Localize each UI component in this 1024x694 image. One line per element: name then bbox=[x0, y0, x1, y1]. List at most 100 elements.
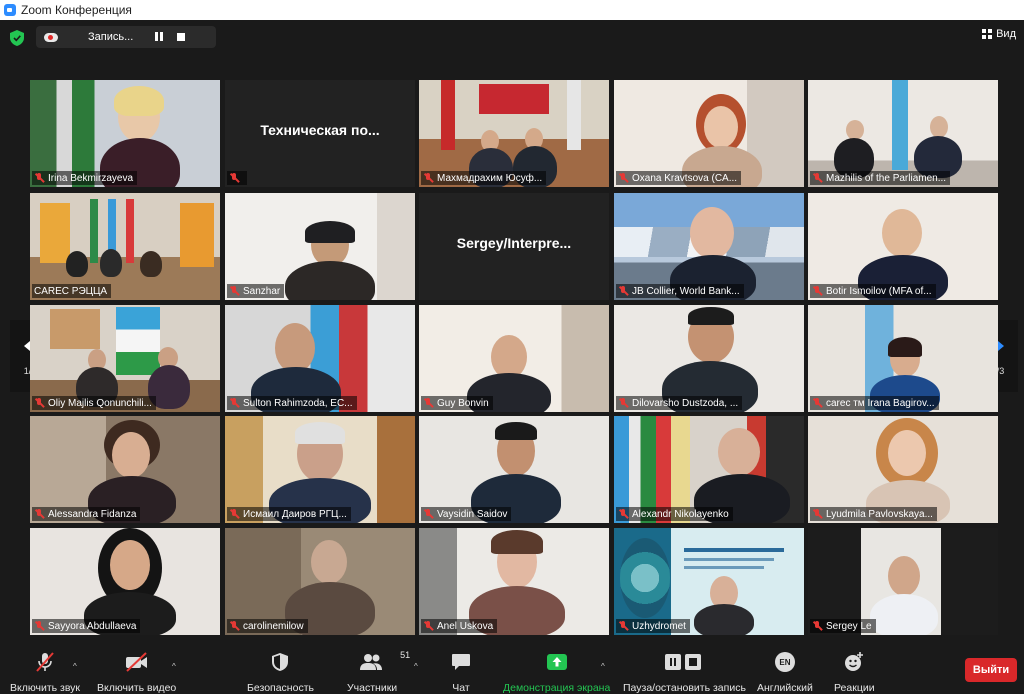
encryption-shield-icon[interactable] bbox=[10, 30, 24, 46]
video-tile[interactable]: Anel Uskova bbox=[419, 528, 609, 635]
view-button[interactable]: Вид bbox=[982, 28, 1016, 40]
video-tile[interactable]: Irina Bekmirzayeva bbox=[30, 80, 220, 187]
leave-meeting-button[interactable]: Выйти bbox=[965, 658, 1017, 682]
participants-icon: 51 bbox=[360, 650, 410, 674]
window-title: Zoom Конференция bbox=[21, 3, 132, 17]
window-title-bar: Zoom Конференция bbox=[0, 0, 1024, 20]
participants-button[interactable]: 51 Участники bbox=[347, 650, 410, 694]
participant-name: Oliy Majlis Qonunchili... bbox=[32, 396, 156, 410]
muted-mic-icon bbox=[229, 173, 239, 183]
participant-name: Sergey Le bbox=[810, 619, 876, 633]
reactions-button[interactable]: Реакции bbox=[834, 650, 875, 694]
participants-options-chevron-icon[interactable]: ^ bbox=[414, 662, 418, 671]
meeting-toolbar: Включить звук ^ Включить видео ^ Безопас… bbox=[0, 646, 1024, 694]
video-tile[interactable]: Исмаил Даиров РГЦ... bbox=[225, 416, 415, 523]
share-screen-icon bbox=[546, 650, 568, 674]
pause-recording-icon[interactable] bbox=[155, 32, 165, 42]
video-tile[interactable]: Lyudmila Pavlovskaya... bbox=[808, 416, 998, 523]
pause-stop-recording-label: Пауза/остановить запись bbox=[623, 682, 746, 694]
security-label: Безопасность bbox=[247, 682, 314, 694]
participant-name: Mazhilis of the Parliamen... bbox=[810, 171, 951, 185]
language-label: Английский bbox=[757, 682, 813, 694]
participant-name: Исмаил Даиров РГЦ... bbox=[227, 507, 351, 521]
video-tile[interactable]: Oliy Majlis Qonunchili... bbox=[30, 305, 220, 412]
unmute-button[interactable]: Включить звук bbox=[10, 650, 80, 694]
share-options-chevron-icon[interactable]: ^ bbox=[601, 662, 605, 671]
video-tile[interactable]: Sayyora Abdullaeva bbox=[30, 528, 220, 635]
participant-name: Vaysidin Saidov bbox=[421, 507, 512, 521]
security-button[interactable]: Безопасность bbox=[247, 650, 314, 694]
view-label: Вид bbox=[996, 28, 1016, 40]
participant-display-name: Техническая по... bbox=[260, 122, 380, 138]
participant-name: carolinemilow bbox=[227, 619, 308, 633]
muted-mic-icon bbox=[618, 173, 628, 183]
video-tile[interactable]: carec тм Irana Bagirov... bbox=[808, 305, 998, 412]
participants-count: 51 bbox=[400, 650, 411, 660]
audio-options-chevron-icon[interactable]: ^ bbox=[73, 662, 77, 671]
pause-stop-recording-button[interactable]: Пауза/остановить запись bbox=[623, 650, 746, 694]
participant-name: carec тм Irana Bagirov... bbox=[810, 396, 939, 410]
video-tile[interactable]: JB Collier, World Bank... bbox=[614, 193, 804, 300]
cloud-recording-icon bbox=[44, 32, 58, 42]
chat-icon bbox=[451, 650, 471, 674]
muted-mic-icon bbox=[812, 621, 822, 631]
participant-name: Botir Ismoilov (MFA of... bbox=[810, 284, 936, 298]
video-tile[interactable]: Dilovarsho Dustzoda, ... bbox=[614, 305, 804, 412]
pause-stop-icon bbox=[664, 650, 704, 674]
language-interpretation-button[interactable]: EN Английский bbox=[757, 650, 813, 694]
participant-name: Dilovarsho Dustzoda, ... bbox=[616, 396, 743, 410]
muted-mic-icon bbox=[618, 509, 628, 519]
stop-recording-icon[interactable] bbox=[177, 33, 186, 41]
muted-mic-icon bbox=[423, 621, 433, 631]
participant-name: Uzhydromet bbox=[616, 619, 690, 633]
video-tile[interactable]: Alessandra Fidanza bbox=[30, 416, 220, 523]
participant-name: Alessandra Fidanza bbox=[32, 507, 141, 521]
participant-name: Lyudmila Pavlovskaya... bbox=[810, 507, 937, 521]
participant-name: Anel Uskova bbox=[421, 619, 498, 633]
muted-mic-icon bbox=[229, 621, 239, 631]
participant-name: Oxana Kravtsova (CA... bbox=[616, 171, 742, 185]
video-tile[interactable]: Alexandr Nikolayenko bbox=[614, 416, 804, 523]
video-options-chevron-icon[interactable]: ^ bbox=[172, 662, 176, 671]
participant-name: JB Collier, World Bank... bbox=[616, 284, 744, 298]
video-tile[interactable]: carolinemilow bbox=[225, 528, 415, 635]
video-tile[interactable]: Guy Bonvin bbox=[419, 305, 609, 412]
video-tile[interactable]: Техническая по... bbox=[225, 80, 415, 187]
video-off-icon bbox=[124, 650, 150, 674]
video-tile[interactable]: Botir Ismoilov (MFA of... bbox=[808, 193, 998, 300]
participant-name bbox=[227, 171, 247, 185]
zoom-logo-icon bbox=[4, 4, 16, 16]
share-screen-button[interactable]: Демонстрация экрана bbox=[503, 650, 610, 694]
muted-mic-icon bbox=[34, 509, 44, 519]
meeting-top-bar: Запись... Вид bbox=[0, 20, 1024, 55]
muted-mic-icon bbox=[423, 173, 433, 183]
participant-name: Alexandr Nikolayenko bbox=[616, 507, 733, 521]
video-tile[interactable]: Sanzhar bbox=[225, 193, 415, 300]
video-tile[interactable]: Махмадрахим Юсуф... bbox=[419, 80, 609, 187]
participant-name: Guy Bonvin bbox=[421, 396, 493, 410]
muted-mic-icon bbox=[812, 173, 822, 183]
video-tile[interactable]: Mazhilis of the Parliamen... bbox=[808, 80, 998, 187]
video-tile-active-speaker[interactable]: CAREC РЭЦЦА bbox=[30, 193, 220, 300]
start-video-label: Включить видео bbox=[97, 682, 177, 694]
video-tile[interactable]: Sulton Rahimzoda, EC... bbox=[225, 305, 415, 412]
muted-mic-icon bbox=[618, 621, 628, 631]
language-globe-icon: EN bbox=[774, 650, 795, 674]
video-tile[interactable]: Sergey Le bbox=[808, 528, 998, 635]
participant-name: Irina Bekmirzayeva bbox=[32, 171, 138, 185]
muted-mic-icon bbox=[229, 509, 239, 519]
participant-name: Махмадрахим Юсуф... bbox=[421, 171, 547, 185]
video-tile[interactable]: Uzhydromet bbox=[614, 528, 804, 635]
recording-indicator: Запись... bbox=[36, 26, 216, 48]
reactions-label: Реакции bbox=[834, 682, 875, 694]
video-tile[interactable]: Oxana Kravtsova (CA... bbox=[614, 80, 804, 187]
muted-mic-icon bbox=[812, 398, 822, 408]
participant-name: CAREC РЭЦЦА bbox=[32, 284, 112, 298]
muted-mic-icon bbox=[423, 398, 433, 408]
muted-mic-icon bbox=[812, 286, 822, 296]
video-tile[interactable]: Sergey/Interpre... bbox=[419, 193, 609, 300]
muted-mic-icon bbox=[812, 509, 822, 519]
start-video-button[interactable]: Включить видео bbox=[97, 650, 176, 694]
chat-button[interactable]: Чат bbox=[451, 650, 471, 694]
video-tile[interactable]: Vaysidin Saidov bbox=[419, 416, 609, 523]
